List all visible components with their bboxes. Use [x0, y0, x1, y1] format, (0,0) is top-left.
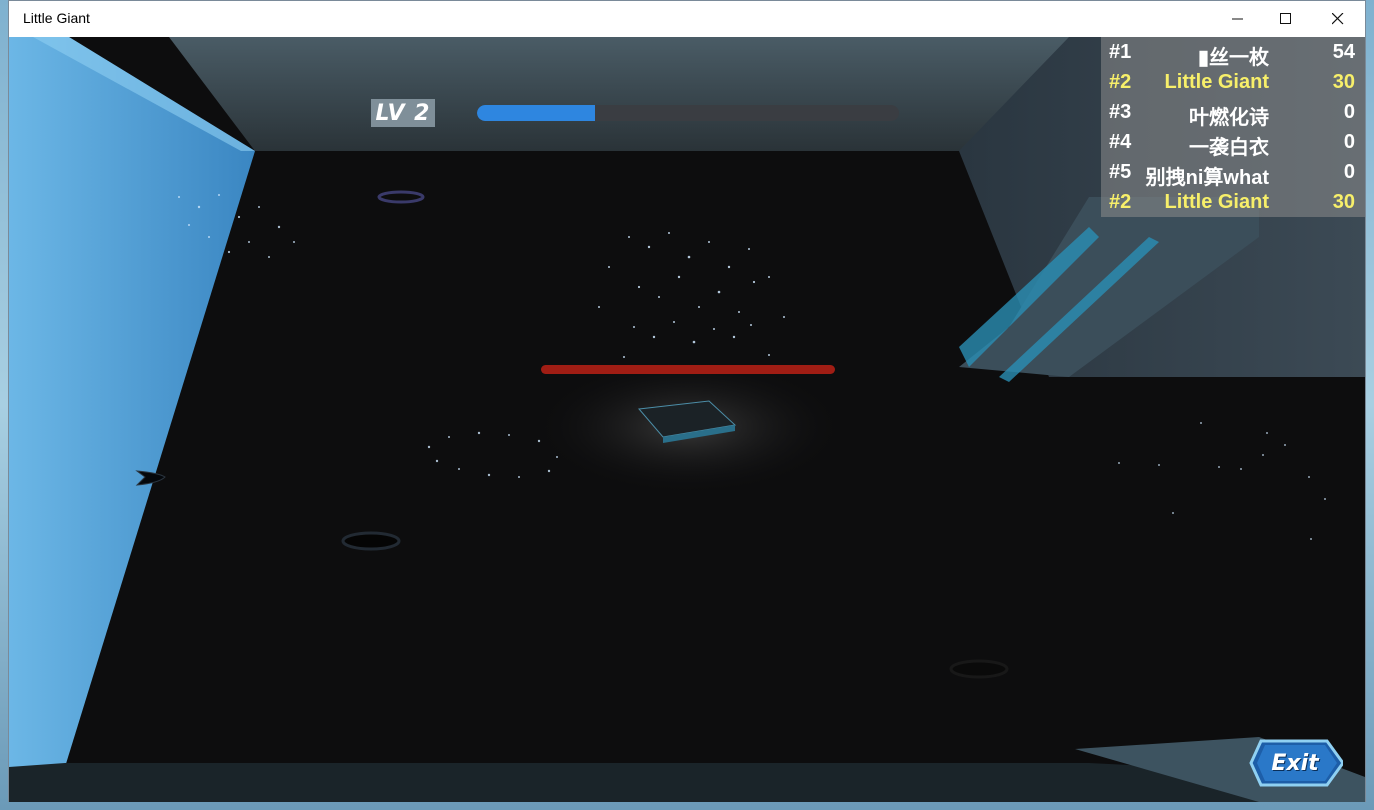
game-viewport[interactable]: LV 2 #1 ▮丝一枚 54 #2 Little Giant 30 #3 叶燃化诗 0 #4 一袭… [9, 37, 1365, 802]
xp-progress-fill [477, 105, 596, 121]
window-title: Little Giant [23, 10, 90, 26]
maximize-icon [1280, 13, 1291, 24]
leaderboard-rank: #3 [1109, 101, 1132, 123]
leaderboard-score: 0 [1343, 131, 1355, 153]
leaderboard-score: 0 [1343, 161, 1355, 183]
leaderboard-row: #2 Little Giant 30 [1101, 187, 1365, 217]
leaderboard-player-name: 一袭白衣 [1189, 137, 1269, 159]
leaderboard-row: #5 别拽ni算what 0 [1101, 157, 1365, 189]
enemy-health-bar [541, 365, 835, 374]
leaderboard-player-name: 叶燃化诗 [1189, 107, 1269, 129]
minimize-icon [1232, 18, 1243, 20]
leaderboard-row: #4 一袭白衣 0 [1101, 127, 1365, 159]
leaderboard: #1 ▮丝一枚 54 #2 Little Giant 30 #3 叶燃化诗 0 #4 一袭白衣 0 #5… [1101, 37, 1365, 217]
leaderboard-rank: #4 [1109, 131, 1132, 153]
leaderboard-score: 54 [1332, 41, 1355, 63]
leaderboard-score: 0 [1343, 101, 1355, 123]
close-icon [1332, 13, 1344, 25]
leaderboard-rank: #5 [1109, 161, 1132, 183]
leaderboard-score: 30 [1332, 191, 1355, 213]
exit-button[interactable]: Exit [1247, 735, 1345, 791]
game-window: Little Giant LV 2 #1 ▮丝一枚 54 #2 Little G… [8, 0, 1366, 802]
leaderboard-row: #2 Little Giant 30 [1101, 67, 1365, 97]
leaderboard-rank: #1 [1109, 41, 1132, 63]
back-wall [169, 37, 1069, 151]
close-button[interactable] [1315, 1, 1361, 37]
minimize-button[interactable] [1215, 1, 1261, 37]
maximize-button[interactable] [1263, 1, 1309, 37]
xp-progress-bar [477, 105, 899, 121]
title-bar[interactable]: Little Giant [9, 1, 1365, 37]
leaderboard-player-name: Little Giant [1164, 191, 1269, 213]
leaderboard-rank: #2 [1109, 191, 1132, 213]
leaderboard-player-name: 别拽ni算what [1145, 167, 1269, 189]
exit-label: Exit [1271, 750, 1319, 776]
leaderboard-rank: #2 [1109, 71, 1132, 93]
leaderboard-score: 30 [1332, 71, 1355, 93]
leaderboard-player-name: Little Giant [1164, 71, 1269, 93]
leaderboard-row: #3 叶燃化诗 0 [1101, 97, 1365, 129]
leaderboard-row: #1 ▮丝一枚 54 [1101, 37, 1365, 69]
level-badge: LV 2 [371, 99, 435, 127]
leaderboard-player-name: ▮丝一枚 [1197, 47, 1269, 69]
